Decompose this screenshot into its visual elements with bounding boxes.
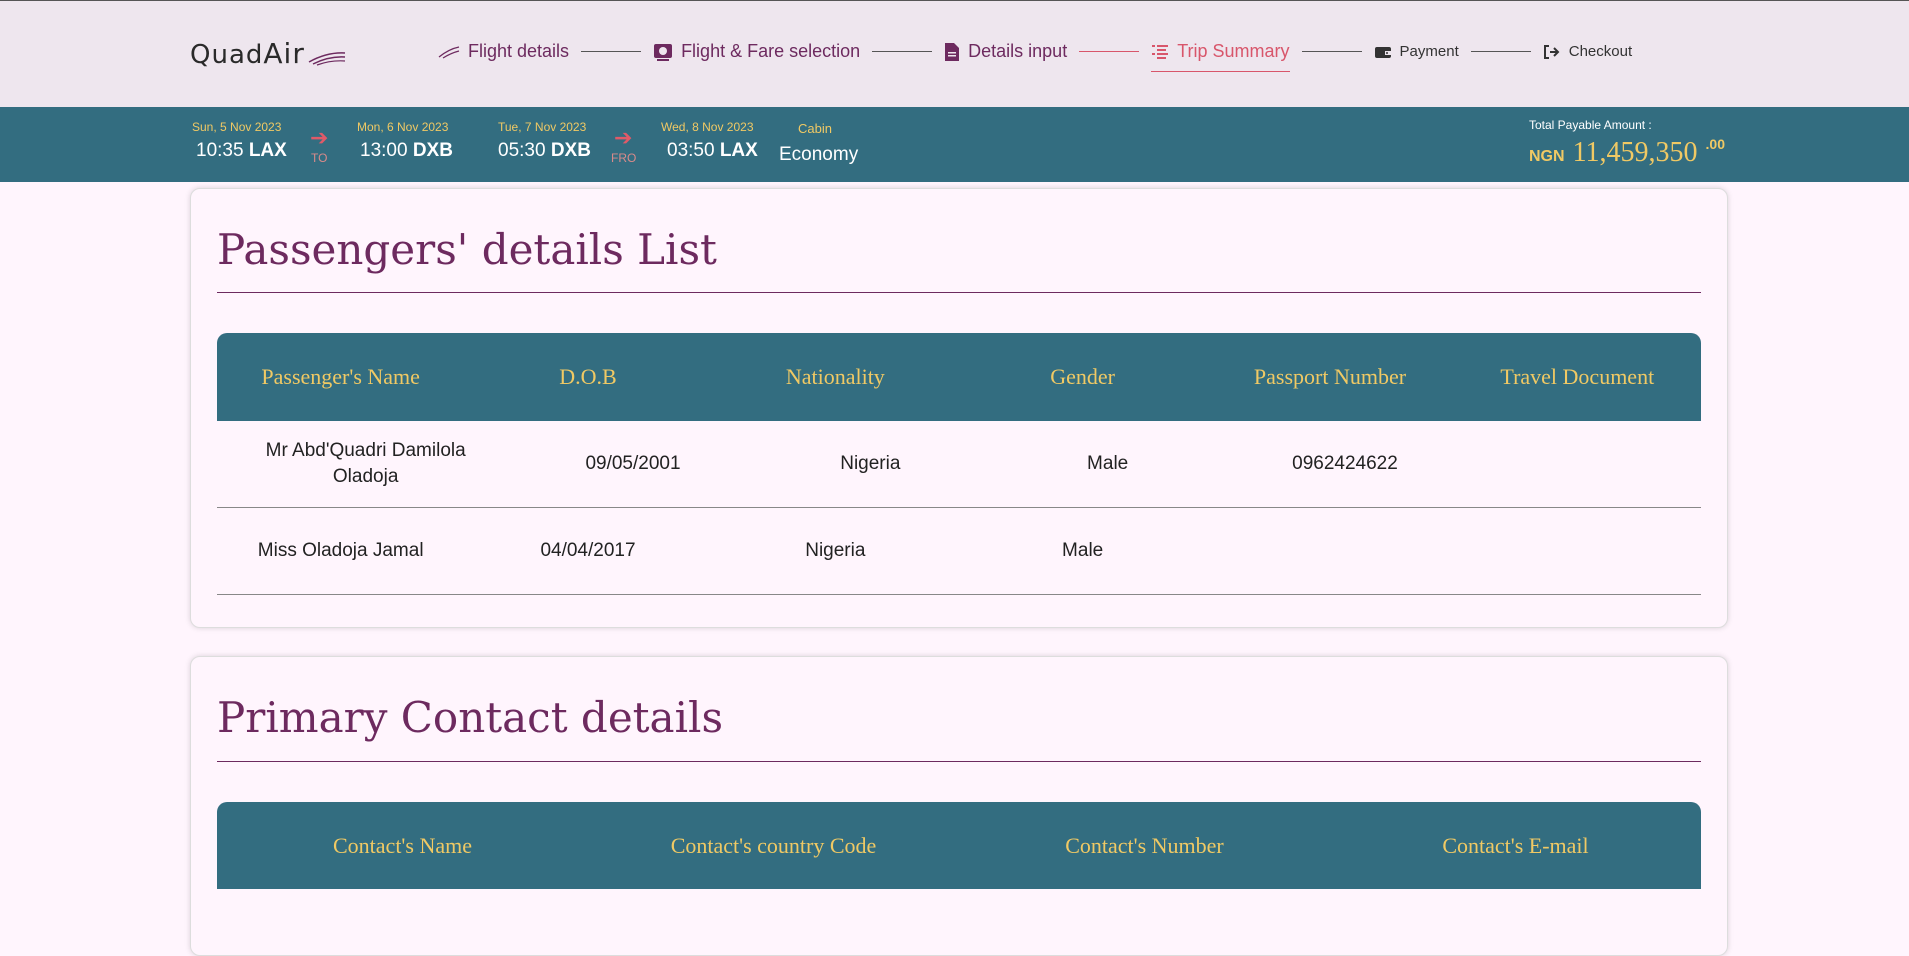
logo-swoosh-icon [308,52,345,66]
primary-contact-card: Primary Contact details Contact's Name C… [190,656,1728,956]
total-payable-label: Total Payable Amount : [1529,118,1652,132]
step-flight-fare-selection[interactable]: Flight & Fare selection [653,41,860,62]
leg-time-value: 05:30 [498,140,546,161]
column-header-travel-document: Travel Document [1500,364,1655,389]
cell-dob: 04/04/2017 [540,540,636,561]
table-row[interactable]: Miss Oladoja Jamal 04/04/2017 Nigeria Ma… [217,508,1701,595]
leg-time: 03:50 LAX [661,140,758,162]
leg-outbound-departure: Sun, 5 Nov 2023 10:35 LAX [192,120,287,162]
cabin-value: Economy [779,144,859,165]
column-header-contact-number: Contact's Number [1065,832,1224,858]
cell-gender: Male [1087,453,1129,474]
leg-airport-code: DXB [550,140,591,161]
leg-outbound-arrival: Mon, 6 Nov 2023 13:00 DXB [357,120,453,162]
total-payable-amount: NGN 11,459,350 .00 [1529,136,1725,169]
step-flight-details[interactable]: Flight details [438,41,569,62]
cell-dob: 09/05/2001 [585,453,681,474]
cell-nationality: Nigeria [840,453,901,474]
step-connector [1301,51,1362,52]
passengers-table-header: Passenger's Name D.O.B Nationality Gende… [217,333,1701,421]
booking-progress-steps: Flight details Flight & Fare selection D… [438,41,1632,72]
itinerary-summary-bar: Sun, 5 Nov 2023 10:35 LAX ➔ TO Mon, 6 No… [0,107,1909,182]
section-divider [217,292,1701,293]
fare-icon [653,42,673,62]
step-connector [1470,51,1531,52]
leg-return-departure: Tue, 7 Nov 2023 05:30 DXB [498,120,591,162]
step-label: Flight & Fare selection [681,41,861,61]
amount-value: 11,459,350 [1572,137,1698,168]
table-row[interactable]: Mr Abd'Quadri Damilola Oladoja 09/05/200… [217,421,1701,508]
document-icon [944,42,960,62]
step-label: Trip Summary [1177,41,1290,61]
step-payment[interactable]: Payment [1374,43,1459,60]
cabin-label: Cabin [798,121,832,136]
cell-gender: Male [1062,540,1104,561]
leg-time-value: 10:35 [196,140,244,161]
column-header-contact-email: Contact's E-mail [1442,832,1589,858]
leg-time: 10:35 LAX [192,140,287,162]
leg-time: 13:00 DXB [357,140,453,162]
column-header-passport: Passport Number [1253,364,1407,389]
logo-text-quad: Quad [190,40,264,70]
fro-label: FRO [611,151,637,165]
amount-decimals: .00 [1705,136,1725,152]
leg-time: 05:30 DXB [498,140,591,162]
step-label: Payment [1399,43,1459,60]
top-navigation-bar: Quad Air Flight details Flight & Fare sel… [0,0,1909,107]
step-details-input[interactable]: Details input [944,41,1067,62]
cell-passport: 0962424622 [1292,453,1398,474]
leg-date: Wed, 8 Nov 2023 [661,120,754,134]
column-header-contact-name: Contact's Name [333,832,472,858]
leg-return-arrival: Wed, 8 Nov 2023 03:50 LAX [661,120,758,162]
contact-section-title: Primary Contact details [217,693,724,742]
step-connector [581,51,642,52]
arrow-right-icon: ➔ [310,125,329,150]
leg-time-value: 03:50 [667,140,715,161]
checkout-icon [1543,44,1561,60]
list-icon [1151,43,1169,61]
step-connector [872,51,933,52]
column-header-country-code: Contact's country Code [670,832,877,858]
step-label: Flight details [468,41,570,61]
wallet-icon [1374,45,1392,59]
step-trip-summary[interactable]: Trip Summary [1151,41,1290,72]
to-label: TO [311,151,328,165]
step-label: Details input [968,41,1068,61]
step-checkout[interactable]: Checkout [1543,43,1632,60]
logo-text-air: Air [263,37,305,70]
passengers-section-title: Passengers' details List [217,225,717,274]
column-header-nationality: Nationality [785,364,885,389]
contact-table-header: Contact's Name Contact's country Code Co… [217,802,1701,889]
cell-name: Mr Abd'Quadri Damilola Oladoja [265,440,466,487]
leg-date: Sun, 5 Nov 2023 [192,120,282,134]
passengers-details-card: Passengers' details List Passenger's Nam… [190,188,1728,628]
leg-date: Mon, 6 Nov 2023 [357,120,449,134]
cell-name: Miss Oladoja Jamal [257,540,424,561]
arrow-right-icon: ➔ [614,125,633,150]
section-divider [217,761,1701,762]
column-header-gender: Gender [1050,364,1116,389]
leg-airport-code: DXB [412,140,453,161]
cell-nationality: Nigeria [805,540,866,561]
leg-date: Tue, 7 Nov 2023 [498,120,587,134]
leg-time-value: 13:00 [360,140,408,161]
column-header-name: Passenger's Name [261,364,420,389]
plane-icon [438,45,460,59]
quadair-logo[interactable]: Quad Air [190,37,347,70]
leg-airport-code: LAX [248,140,287,161]
step-label: Checkout [1568,43,1633,60]
currency-code: NGN [1529,148,1565,165]
column-header-dob: D.O.B [559,364,617,389]
leg-airport-code: LAX [719,140,758,161]
step-connector [1079,51,1140,52]
